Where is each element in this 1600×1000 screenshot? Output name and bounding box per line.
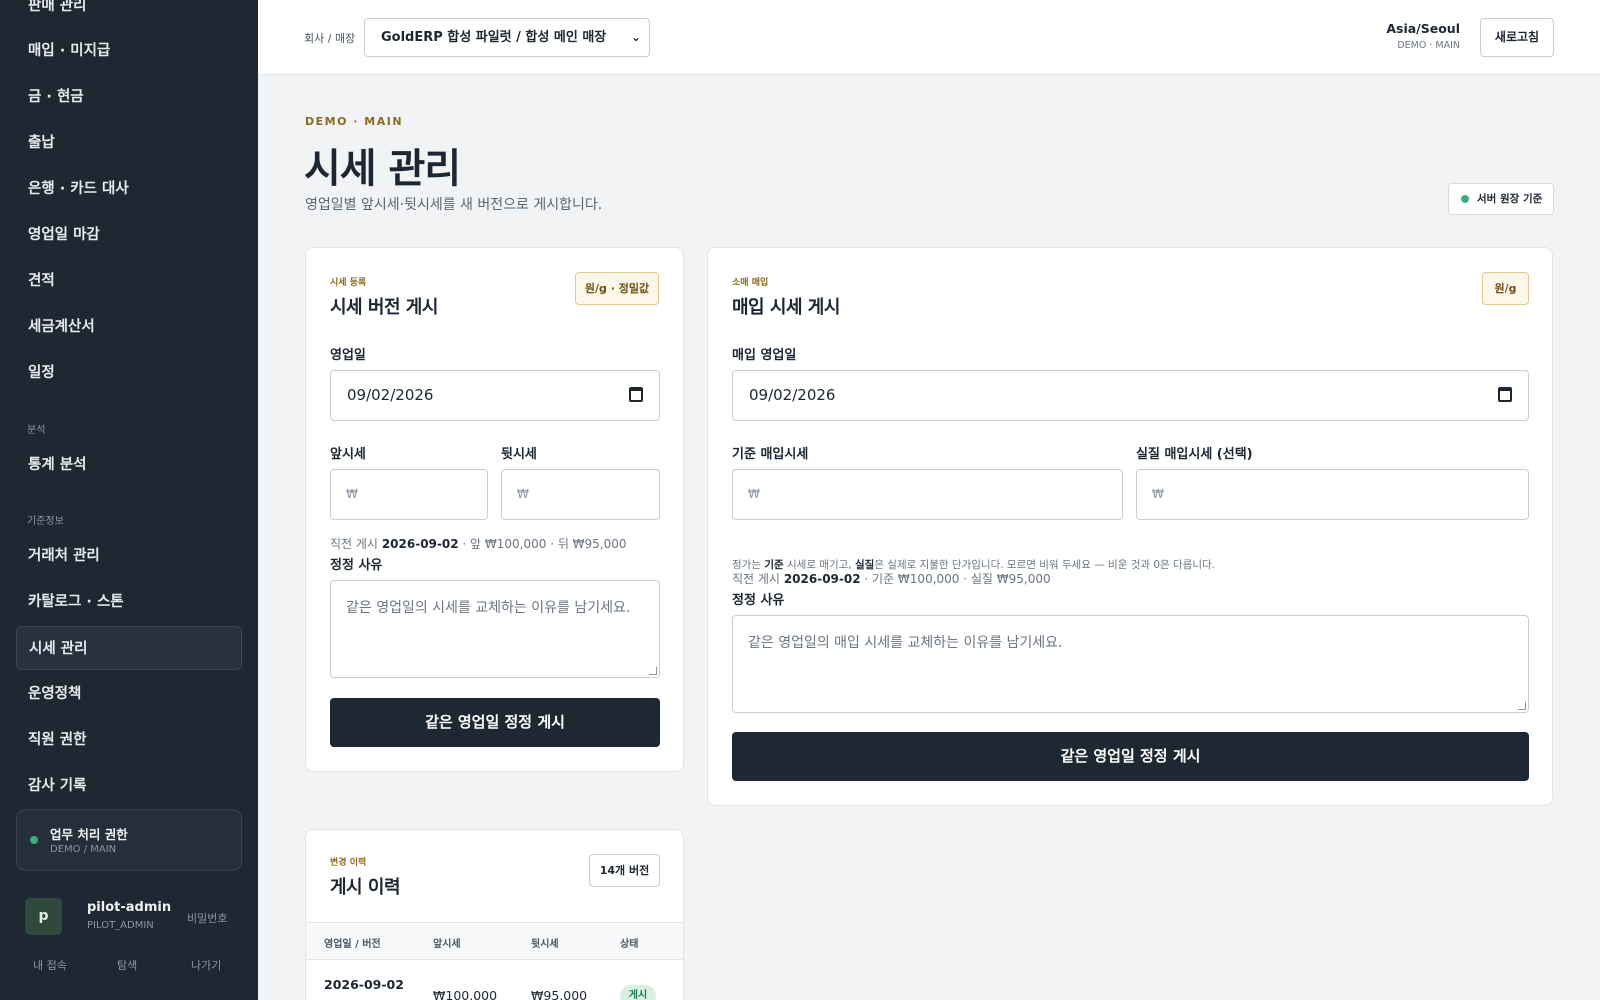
sidebar-item-gold-cash[interactable]: 금 · 현금 xyxy=(16,75,242,119)
topbar: 회사 / 매장 GoldERP 합성 파일럿 / 합성 메인 매장 ⌄ Asia… xyxy=(258,0,1600,75)
sidebar-item-schedule[interactable]: 일정 xyxy=(16,351,242,395)
card-eyebrow: 시세 등록 xyxy=(330,278,367,288)
sidebar-item-catalog-stone[interactable]: 카탈로그 · 스톤 xyxy=(16,580,242,624)
previous-post-hint: 직전 게시 2026-09-02 · 앞 ₩100,000 · 뒤 ₩95,00… xyxy=(330,535,627,552)
previous-post-prefix: 직전 게시 xyxy=(330,537,378,551)
status-dot-icon xyxy=(1461,195,1469,203)
sidebar-item-sales[interactable]: 판매 관리 xyxy=(16,0,242,28)
sidebar-item-audit-log[interactable]: 감사 기록 xyxy=(16,764,242,808)
sidebar-item-price-management[interactable]: 시세 관리 xyxy=(16,626,242,670)
sidebar-item-operating-policy[interactable]: 운영정책 xyxy=(16,672,242,716)
sidebar-item-quotes[interactable]: 견적 xyxy=(16,259,242,303)
row-date: 2026-09-02 xyxy=(324,977,404,992)
correction-reason-textarea[interactable]: 같은 영업일의 매입 시세를 교체하는 이유를 남기세요. xyxy=(732,615,1529,713)
server-ledger-badge: 서버 원장 기준 xyxy=(1448,183,1554,215)
column-header[interactable]: 영업일 / 버전 xyxy=(324,935,381,950)
sidebar-item-day-close[interactable]: 영업일 마감 xyxy=(16,213,242,257)
page-eyebrow: DEMO · MAIN xyxy=(305,115,404,128)
sidebar: 판매 관리 매입 · 미지급 금 · 현금 출납 은행 · 카드 대사 영업일 … xyxy=(0,0,258,1000)
post-history-card: 변경 이력 게시 이력 14개 버전 영업일 / 버전 앞시세 뒷시세 상태 2… xyxy=(305,829,684,1000)
previous-post-prefix: 직전 게시 xyxy=(732,572,780,586)
sidebar-section-analysis: 분석 xyxy=(27,425,46,436)
back-price-input[interactable]: ₩ xyxy=(501,469,660,520)
page-title: 시세 관리 xyxy=(304,146,461,192)
business-date-label: 영업일 xyxy=(330,348,366,363)
purchase-date-label: 매입 영업일 xyxy=(732,348,797,363)
sidebar-item-purchase-payable[interactable]: 매입 · 미지급 xyxy=(16,29,242,73)
correction-post-button[interactable]: 같은 영업일 정정 게시 xyxy=(732,732,1529,781)
column-header[interactable]: 뒷시세 xyxy=(531,935,559,950)
base-purchase-price-label: 기준 매입시세 xyxy=(732,447,809,462)
logout-link[interactable]: 나가기 xyxy=(191,957,221,973)
card-eyebrow: 소매 매입 xyxy=(732,278,769,288)
server-ledger-label: 서버 원장 기준 xyxy=(1477,193,1543,205)
sidebar-item-partners[interactable]: 거래처 관리 xyxy=(16,534,242,578)
sidebar-item-staff-permissions[interactable]: 직원 권한 xyxy=(16,718,242,762)
resize-grip-icon[interactable] xyxy=(1518,702,1526,710)
column-header[interactable]: 상태 xyxy=(620,935,638,950)
permission-title: 업무 처리 권한 xyxy=(50,827,128,842)
actual-purchase-price-label: 실질 매입시세 (선택) xyxy=(1136,447,1253,462)
sidebar-item-bank-card-reconcile[interactable]: 은행 · 카드 대사 xyxy=(16,167,242,211)
timezone-scope: DEMO · MAIN xyxy=(1397,40,1460,51)
front-price-label: 앞시세 xyxy=(330,447,366,462)
column-header[interactable]: 앞시세 xyxy=(433,935,461,950)
refresh-button[interactable]: 새로고침 xyxy=(1480,18,1554,57)
company-store-value: GoldERP 합성 파일럿 / 합성 메인 매장 xyxy=(381,30,607,45)
previous-post-hint: 직전 게시 2026-09-02 · 기준 ₩100,000 · 실질 ₩95,… xyxy=(732,570,1051,587)
unit-badge: 원/g · 정밀값 xyxy=(575,272,659,305)
company-store-label: 회사 / 매장 xyxy=(304,32,356,45)
business-date-input[interactable]: 09/02/2026 xyxy=(330,370,660,421)
previous-post-detail: · 앞 ₩100,000 · 뒤 ₩95,000 xyxy=(462,537,627,551)
my-access-link[interactable]: 내 접속 xyxy=(33,957,67,973)
user-name: pilot-admin xyxy=(87,900,172,915)
sidebar-section-master: 기준정보 xyxy=(27,516,64,527)
correction-reason-label: 정정 사유 xyxy=(732,593,785,608)
explore-link[interactable]: 탐색 xyxy=(117,957,137,973)
row-back-price: ₩95,000 xyxy=(531,988,588,1000)
correction-reason-textarea[interactable]: 같은 영업일의 시세를 교체하는 이유를 남기세요. xyxy=(330,580,660,678)
purchase-price-card: 소매 매입 매입 시세 게시 원/g 매입 영업일 09/02/2026 기준 … xyxy=(707,247,1553,806)
sidebar-item-cashbook[interactable]: 출납 xyxy=(16,121,242,165)
chevron-down-icon: ⌄ xyxy=(630,30,641,44)
card-title: 게시 이력 xyxy=(330,877,401,898)
correction-post-button[interactable]: 같은 영업일 정정 게시 xyxy=(330,698,660,747)
avatar: p xyxy=(25,898,62,935)
back-price-label: 뒷시세 xyxy=(501,447,537,462)
unit-badge: 원/g xyxy=(1482,272,1529,305)
user-role: PILOT_ADMIN xyxy=(87,920,154,931)
timezone: Asia/Seoul xyxy=(1386,21,1460,36)
base-purchase-price-input[interactable]: ₩ xyxy=(732,469,1123,520)
price-version-card: 시세 등록 시세 버전 게시 원/g · 정밀값 영업일 09/02/2026 … xyxy=(305,247,684,772)
permission-card: 업무 처리 권한 DEMO / MAIN xyxy=(16,809,242,871)
front-price-input[interactable]: ₩ xyxy=(330,469,488,520)
correction-reason-label: 정정 사유 xyxy=(330,558,383,573)
purchase-date-input[interactable]: 09/02/2026 xyxy=(732,370,1529,421)
previous-post-date: 2026-09-02 xyxy=(783,572,861,586)
calendar-icon[interactable] xyxy=(629,387,643,402)
card-title: 매입 시세 게시 xyxy=(732,297,840,318)
status-badge: 게시 xyxy=(620,985,656,1000)
history-table-header: 영업일 / 버전 앞시세 뒷시세 상태 xyxy=(306,922,683,960)
correction-reason-placeholder: 같은 영업일의 매입 시세를 교체하는 이유를 남기세요. xyxy=(748,635,1063,651)
change-password-link[interactable]: 비밀번호 xyxy=(187,910,227,926)
permission-scope: DEMO / MAIN xyxy=(50,844,117,855)
actual-purchase-price-input[interactable]: ₩ xyxy=(1136,469,1529,520)
sidebar-item-tax-invoice[interactable]: 세금계산서 xyxy=(16,305,242,349)
resize-grip-icon[interactable] xyxy=(649,667,657,675)
business-date-value: 09/02/2026 xyxy=(347,386,434,404)
sidebar-item-statistics[interactable]: 통계 분석 xyxy=(16,443,242,487)
correction-reason-placeholder: 같은 영업일의 시세를 교체하는 이유를 남기세요. xyxy=(346,600,631,616)
previous-post-date: 2026-09-02 xyxy=(381,537,459,551)
page-subtitle: 영업일별 앞시세·뒷시세를 새 버전으로 게시합니다. xyxy=(305,197,603,213)
previous-post-detail: · 기준 ₩100,000 · 실질 ₩95,000 xyxy=(864,572,1051,586)
company-store-select[interactable]: GoldERP 합성 파일럿 / 합성 메인 매장 ⌄ xyxy=(364,18,650,57)
card-eyebrow: 변경 이력 xyxy=(330,858,367,868)
purchase-date-value: 09/02/2026 xyxy=(749,386,836,404)
calendar-icon[interactable] xyxy=(1498,387,1512,402)
row-front-price: ₩100,000 xyxy=(433,988,498,1000)
card-title: 시세 버전 게시 xyxy=(330,297,438,318)
version-count-badge: 14개 버전 xyxy=(589,854,660,887)
status-dot-icon xyxy=(30,836,38,844)
